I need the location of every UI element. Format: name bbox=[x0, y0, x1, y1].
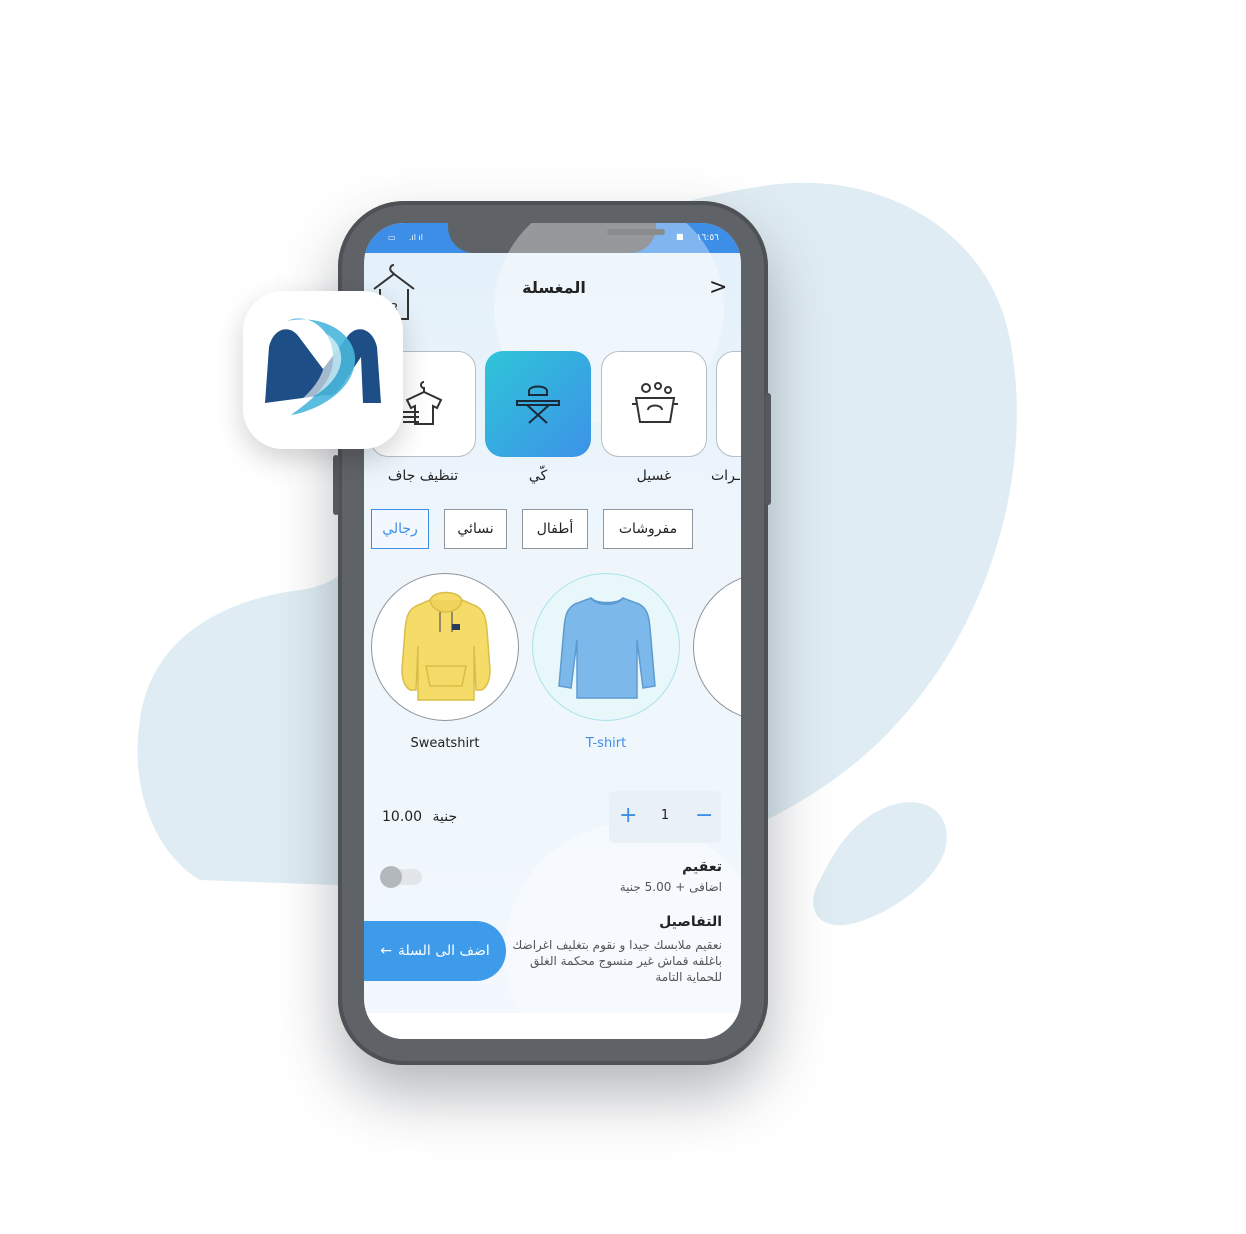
sweatshirt-image bbox=[401, 591, 491, 701]
service-more[interactable] bbox=[716, 351, 741, 457]
category-women[interactable]: نسائي bbox=[444, 509, 507, 549]
bottom-bar bbox=[364, 1013, 741, 1039]
arrow-left-icon: ← bbox=[380, 943, 392, 959]
bg-bubble bbox=[504, 823, 741, 1039]
app-screen: ▭ .ıl ıl ■ ١٦:٥٦ 3 المغسلة > bbox=[364, 223, 741, 1039]
signal-icon: .ıl ıl bbox=[409, 233, 423, 242]
sterilization-toggle[interactable] bbox=[380, 866, 422, 888]
minus-icon[interactable]: − bbox=[695, 803, 713, 829]
quantity-value: 1 bbox=[660, 808, 670, 823]
quantity-stepper: + 1 − bbox=[609, 791, 721, 843]
sterilization-title: تعقيم bbox=[682, 859, 722, 875]
volume-button bbox=[333, 455, 339, 515]
sterilization-subtitle: اضافى + 5.00 جنية bbox=[619, 880, 722, 894]
tshirt-image bbox=[558, 597, 656, 699]
app-logo-icon bbox=[265, 318, 381, 415]
battery-icon: ▭ bbox=[388, 233, 396, 242]
toggle-knob bbox=[380, 866, 402, 888]
back-chevron-icon[interactable]: > bbox=[709, 275, 727, 300]
ironing-icon bbox=[516, 385, 560, 424]
category-kids[interactable]: أطفال bbox=[522, 509, 588, 549]
price-value: 10.00 bbox=[382, 809, 423, 825]
washing-icon bbox=[632, 382, 678, 423]
category-furnishings[interactable]: مفروشات bbox=[603, 509, 693, 549]
service-label-more: ـرات bbox=[711, 468, 740, 484]
details-title: التفاصيل bbox=[659, 914, 722, 930]
app-logo-card bbox=[243, 291, 403, 449]
power-button bbox=[765, 393, 771, 505]
item-price: جنية 10.00 bbox=[382, 809, 457, 825]
service-washing[interactable] bbox=[601, 351, 707, 457]
details-body: نعقيم ملابسك جيدا و نقوم بتغليف اغراضك ب… bbox=[512, 938, 722, 984]
service-label-ironing: كّي bbox=[528, 468, 548, 484]
item-tshirt[interactable] bbox=[532, 573, 680, 721]
category-men[interactable]: رجالي bbox=[371, 509, 429, 549]
plus-icon[interactable]: + bbox=[619, 803, 637, 829]
service-label-washing: غسيل bbox=[636, 468, 672, 484]
add-to-cart-label: اضف الى السلة bbox=[397, 943, 490, 959]
item-label-sweatshirt: Sweatshirt bbox=[410, 736, 480, 751]
service-ironing[interactable] bbox=[485, 351, 591, 457]
item-label-tshirt: T-shirt bbox=[585, 736, 627, 751]
dry-clean-icon bbox=[403, 381, 443, 425]
add-to-cart-button[interactable]: اضف الى السلة ← bbox=[364, 921, 506, 981]
item-next[interactable] bbox=[693, 573, 741, 721]
price-currency: جنية bbox=[432, 809, 458, 825]
item-sweatshirt[interactable] bbox=[371, 573, 519, 721]
page-title: المغسلة bbox=[522, 278, 586, 297]
service-label-dry-clean: تنظيف جاف bbox=[387, 468, 459, 484]
